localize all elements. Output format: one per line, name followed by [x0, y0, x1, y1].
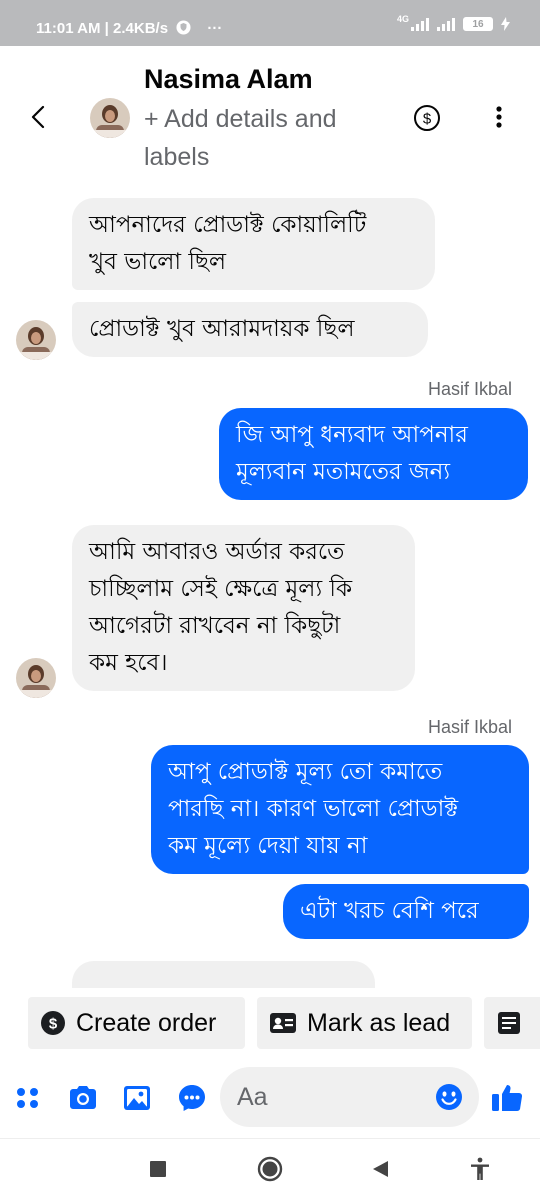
contact-avatar[interactable] [90, 98, 130, 138]
dollar-circle-icon: $ [41, 1011, 65, 1035]
message-bubble-incoming[interactable]: আপনাদের প্রোডাক্ট কোয়ালিটি খুব ভালো ছিল [72, 198, 435, 290]
contact-card-icon [270, 1013, 296, 1033]
signal-icon-2 [437, 17, 455, 31]
recents-square-icon[interactable] [144, 1155, 172, 1183]
home-circle-icon[interactable] [256, 1155, 284, 1183]
camera-icon[interactable] [67, 1082, 99, 1114]
back-triangle-icon[interactable] [366, 1155, 394, 1183]
message-bubble-incoming[interactable]: প্রোডাক্ট খুব আরামদায়ক ছিল [72, 302, 428, 357]
accessibility-icon[interactable] [466, 1155, 494, 1183]
signal-icon [411, 17, 429, 31]
chat-bubble-icon[interactable] [176, 1082, 208, 1114]
sender-avatar[interactable] [16, 658, 56, 698]
thumbs-up-icon[interactable] [490, 1080, 524, 1114]
status-right: 4G 16 [396, 14, 510, 31]
emoji-icon[interactable] [434, 1082, 464, 1112]
sender-name: Hasif Ikbal [427, 717, 512, 737]
sender-name: Hasif Ikbal [427, 379, 512, 399]
shield-icon [176, 20, 191, 35]
svg-text:$: $ [49, 1016, 58, 1033]
quick-actions-bar: $ Create order Mark as lead [0, 988, 540, 1058]
message-bubble-incoming[interactable]: আমি আবারও অর্ডার করতে চাচ্ছিলাম সেই ক্ষে… [72, 525, 415, 691]
create-order-button[interactable]: $ Create order [28, 997, 245, 1049]
gallery-icon[interactable] [121, 1082, 153, 1114]
svg-text:$: $ [423, 111, 432, 128]
mark-as-lead-label: Mark as lead [307, 1008, 451, 1037]
battery-icon: 16 [463, 17, 493, 31]
vertical-dots-icon[interactable] [484, 102, 514, 132]
message-bubble-partial[interactable] [72, 961, 375, 988]
message-bubble-outgoing[interactable]: আপু প্রোডাক্ট মূল্য তো কমাতে পারছি না। ক… [151, 745, 529, 874]
add-details-link[interactable]: + Add details and labels [144, 100, 404, 176]
sender-avatar[interactable] [16, 320, 56, 360]
create-order-label: Create order [76, 1008, 217, 1037]
message-composer [0, 1058, 540, 1138]
dollar-circle-icon[interactable]: $ [413, 104, 441, 132]
status-time-text: 11:01 AM | 2.4KB/s [36, 20, 169, 37]
message-bubble-outgoing[interactable]: এটা খরচ বেশি পরে [283, 884, 529, 939]
status-dots: ··· [207, 20, 223, 37]
message-bubble-outgoing[interactable]: জি আপু ধন্যবাদ আপনার মূল্যবান মতামতের জন… [219, 408, 528, 500]
mark-as-lead-button[interactable]: Mark as lead [257, 997, 472, 1049]
status-bar: 11:01 AM | 2.4KB/s ··· 4G 16 [0, 0, 540, 46]
message-list[interactable]: আপনাদের প্রোডাক্ট কোয়ালিটি খুব ভালো ছিল… [0, 180, 540, 988]
avatar-photo [16, 320, 56, 360]
notes-icon [498, 1012, 520, 1034]
conversation-header: Nasima Alam + Add details and labels $ [0, 46, 540, 180]
contact-name: Nasima Alam [144, 64, 313, 94]
system-nav-bar [0, 1138, 540, 1200]
network-label: 4G [396, 14, 409, 24]
apps-grid-icon[interactable] [12, 1082, 44, 1114]
battery-level: 16 [472, 18, 484, 30]
status-time: 11:01 AM | 2.4KB/s ··· [36, 20, 222, 37]
chevron-left-icon[interactable] [24, 102, 54, 132]
avatar-photo [90, 98, 130, 138]
charging-icon [501, 17, 510, 31]
notes-button[interactable] [484, 997, 540, 1049]
avatar-photo [16, 658, 56, 698]
